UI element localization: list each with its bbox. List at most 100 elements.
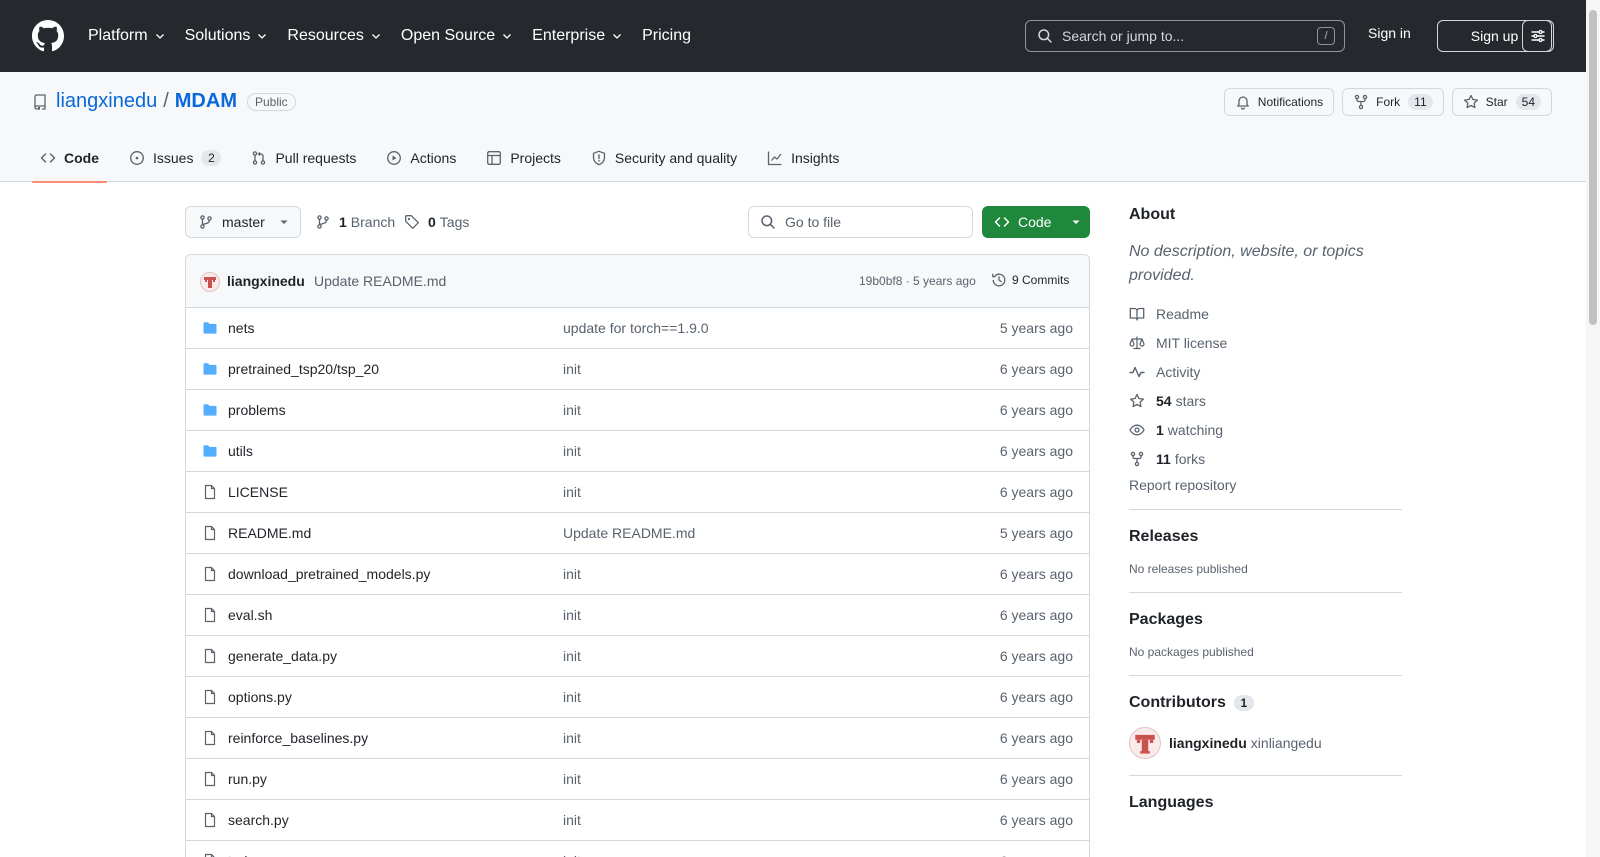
activity-link[interactable]: Activity xyxy=(1129,357,1402,386)
table-row[interactable]: train.py init 6 years ago xyxy=(186,841,1089,857)
packages-heading[interactable]: Packages xyxy=(1129,611,1402,629)
avatar[interactable] xyxy=(200,272,220,292)
fork-button[interactable]: Fork 11 xyxy=(1342,88,1444,116)
tab-projects[interactable]: Projects xyxy=(478,134,569,182)
file-commit-message[interactable]: init xyxy=(563,812,581,828)
table-row[interactable]: nets update for torch==1.9.0 5 years ago xyxy=(186,308,1089,349)
readme-link[interactable]: Readme xyxy=(1129,299,1402,328)
table-row[interactable]: download_pretrained_models.py init 6 years… xyxy=(186,554,1089,595)
watchers-link[interactable]: 1 watching xyxy=(1129,415,1402,444)
tab-pull-requests[interactable]: Pull requests xyxy=(243,134,364,182)
tab-security[interactable]: Security and quality xyxy=(583,134,745,182)
packages-section: Packages No packages published xyxy=(1129,592,1402,659)
file-commit-message[interactable]: update for torch==1.9.0 xyxy=(563,320,709,336)
table-row[interactable]: utils init 6 years ago xyxy=(186,431,1089,472)
file-commit-message[interactable]: init xyxy=(563,853,581,857)
notifications-button[interactable]: Notifications xyxy=(1223,88,1335,116)
menu-button[interactable] xyxy=(1522,20,1554,52)
table-row[interactable]: run.py init 6 years ago xyxy=(186,759,1089,800)
nav-resources-label: Resources xyxy=(287,27,364,44)
table-row[interactable]: pretrained_tsp20/tsp_20 init 6 years ago xyxy=(186,349,1089,390)
file-commit-message[interactable]: init xyxy=(563,730,581,746)
table-row[interactable]: LICENSE init 6 years ago xyxy=(186,472,1089,513)
releases-section: Releases No releases published xyxy=(1129,509,1402,576)
repo-header: liangxinedu / MDAM Public Notifications … xyxy=(0,72,1586,183)
go-to-file-input[interactable]: Go to file xyxy=(748,206,973,238)
file-commit-message[interactable]: init xyxy=(563,443,581,459)
nav-platform[interactable]: Platform xyxy=(88,27,166,45)
tags-link[interactable]: 0 Tags xyxy=(404,206,469,238)
file-commit-message[interactable]: init xyxy=(563,771,581,787)
search-icon xyxy=(761,215,775,229)
github-logo-icon[interactable] xyxy=(32,20,64,52)
file-name-link[interactable]: search.py xyxy=(228,812,289,828)
nav-resources[interactable]: Resources xyxy=(287,27,381,45)
forks-link[interactable]: 11 forks xyxy=(1129,444,1402,473)
table-row[interactable]: generate_data.py init 6 years ago xyxy=(186,636,1089,677)
tab-actions[interactable]: Actions xyxy=(378,134,464,182)
license-link[interactable]: MIT license xyxy=(1129,328,1402,357)
file-commit-message[interactable]: init xyxy=(563,402,581,418)
about-heading: About xyxy=(1129,206,1176,223)
nav-open-source[interactable]: Open Source xyxy=(401,27,513,45)
contributor-item[interactable]: liangxinedu xinliangedu xyxy=(1129,727,1402,759)
report-repository-link[interactable]: Report repository xyxy=(1129,477,1402,493)
file-commit-message[interactable]: Update README.md xyxy=(563,525,695,541)
scrollbar-thumb[interactable] xyxy=(1589,10,1597,325)
releases-heading[interactable]: Releases xyxy=(1129,528,1402,546)
table-row[interactable]: eval.sh init 6 years ago xyxy=(186,595,1089,636)
branches-link[interactable]: 1 Branch xyxy=(315,206,395,238)
tab-issues[interactable]: Issues 2 xyxy=(121,134,229,182)
avatar[interactable] xyxy=(1129,727,1161,759)
repo-owner-link[interactable]: liangxinedu xyxy=(56,90,157,113)
tab-code-label: Code xyxy=(64,150,99,166)
file-name-link[interactable]: eval.sh xyxy=(228,607,272,623)
repo-name-link[interactable]: MDAM xyxy=(175,90,237,113)
global-search[interactable]: Search or jump to... / xyxy=(1025,20,1345,52)
star-button[interactable]: Star 54 xyxy=(1451,88,1552,116)
file-name-link[interactable]: options.py xyxy=(228,689,292,705)
commit-author-link[interactable]: liangxinedu xyxy=(227,273,305,289)
table-row[interactable]: problems init 6 years ago xyxy=(186,390,1089,431)
file-name-link[interactable]: reinforce_baselines.py xyxy=(228,730,368,746)
tab-insights[interactable]: Insights xyxy=(759,134,847,182)
file-name-link[interactable]: download_pretrained_models.py xyxy=(228,566,430,582)
commits-link[interactable]: 9 Commits xyxy=(991,272,1069,288)
repo-tabs: Code Issues 2 Pull requests Actions Proj… xyxy=(32,134,861,183)
file-name-link[interactable]: utils xyxy=(228,443,253,459)
file-name-link[interactable]: LICENSE xyxy=(228,484,288,500)
file-name-link[interactable]: pretrained_tsp20/tsp_20 xyxy=(228,361,379,377)
table-row[interactable]: options.py init 6 years ago xyxy=(186,677,1089,718)
issues-count: 2 xyxy=(201,150,222,166)
file-name-link[interactable]: README.md xyxy=(228,525,311,541)
nav-pricing-label: Pricing xyxy=(642,27,691,44)
table-row[interactable]: README.md Update README.md 5 years ago xyxy=(186,513,1089,554)
nav-pricing[interactable]: Pricing xyxy=(642,27,691,45)
tab-code[interactable]: Code xyxy=(32,134,107,183)
commit-message-link[interactable]: Update README.md xyxy=(314,273,446,289)
file-icon xyxy=(202,607,218,623)
file-commit-message[interactable]: init xyxy=(563,566,581,582)
commit-hash-time[interactable]: 19b0bf8 · 5 years ago xyxy=(859,274,976,288)
file-name-link[interactable]: train.py xyxy=(228,853,274,857)
table-row[interactable]: reinforce_baselines.py init 6 years ago xyxy=(186,718,1089,759)
file-name-link[interactable]: problems xyxy=(228,402,286,418)
file-name-link[interactable]: generate_data.py xyxy=(228,648,337,664)
nav-solutions[interactable]: Solutions xyxy=(185,27,269,45)
file-name-link[interactable]: run.py xyxy=(228,771,267,787)
file-commit-message[interactable]: init xyxy=(563,484,581,500)
stars-link[interactable]: 54 stars xyxy=(1129,386,1402,415)
languages-heading: Languages xyxy=(1129,794,1214,811)
file-commit-message[interactable]: init xyxy=(563,689,581,705)
file-commit-message[interactable]: init xyxy=(563,648,581,664)
file-name-link[interactable]: nets xyxy=(228,320,254,336)
file-commit-message[interactable]: init xyxy=(563,607,581,623)
activity-label: Activity xyxy=(1156,363,1201,380)
nav-enterprise[interactable]: Enterprise xyxy=(532,27,623,45)
table-row[interactable]: search.py init 6 years ago xyxy=(186,800,1089,841)
contributors-heading[interactable]: Contributors 1 xyxy=(1129,694,1402,712)
sign-in-link[interactable]: Sign in xyxy=(1368,25,1411,41)
file-commit-message[interactable]: init xyxy=(563,361,581,377)
code-dropdown-button[interactable]: Code xyxy=(982,206,1090,238)
branch-selector[interactable]: master xyxy=(185,206,301,238)
